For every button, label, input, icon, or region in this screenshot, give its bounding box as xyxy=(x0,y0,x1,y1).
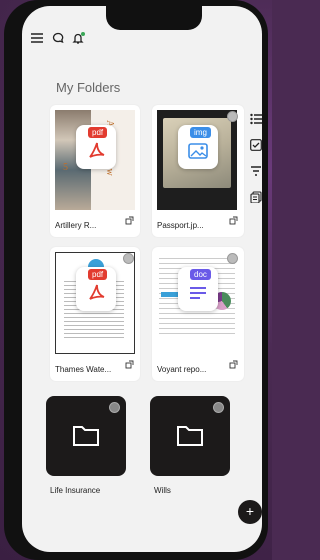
section-title: My Folders xyxy=(56,80,121,95)
top-bar xyxy=(30,32,85,44)
img-badge: img xyxy=(178,125,218,169)
folder-icon xyxy=(176,423,204,452)
share-icon[interactable] xyxy=(229,356,238,374)
folder-name: Wills xyxy=(154,486,171,495)
share-icon[interactable] xyxy=(125,212,134,230)
notch xyxy=(106,6,202,30)
file-type-tag: img xyxy=(190,127,211,138)
folder-tile-wills[interactable] xyxy=(150,396,230,476)
doc-lines-icon xyxy=(188,285,208,306)
notification-dot xyxy=(81,32,85,36)
file-card-voyant[interactable]: doc Voyant repo... xyxy=(152,247,244,381)
list-view-icon[interactable] xyxy=(250,112,262,130)
pdf-badge: pdf xyxy=(76,267,116,311)
select-indicator[interactable] xyxy=(213,402,224,413)
folder-icon xyxy=(72,423,100,452)
file-name: Thames Wate... xyxy=(55,365,112,374)
pdf-icon xyxy=(88,141,106,166)
doc-badge: doc xyxy=(178,267,218,311)
menu-icon[interactable] xyxy=(30,32,44,44)
file-card-thames[interactable]: pdf Thames Wate... xyxy=(50,247,140,381)
pdf-badge: pdf xyxy=(76,125,116,169)
select-indicator[interactable] xyxy=(123,253,134,264)
folder-tile-life-insurance[interactable] xyxy=(46,396,126,476)
thumb-number: 5 xyxy=(63,162,68,173)
select-indicator[interactable] xyxy=(227,253,238,264)
select-indicator[interactable] xyxy=(109,402,120,413)
file-name: Passport.jp... xyxy=(157,221,204,230)
pdf-icon xyxy=(88,283,106,308)
share-icon[interactable] xyxy=(125,356,134,374)
file-type-tag: pdf xyxy=(88,127,108,138)
checklist-icon[interactable] xyxy=(250,138,262,156)
chat-icon[interactable] xyxy=(52,32,64,44)
file-name: Voyant repo... xyxy=(157,365,207,374)
file-card-artillery[interactable]: Artillery Row 5 pdf Artillery R... xyxy=(50,105,140,237)
side-toolbar xyxy=(250,112,262,208)
filter-icon[interactable] xyxy=(250,164,262,182)
folder-name: Life Insurance xyxy=(50,486,101,495)
select-indicator[interactable] xyxy=(227,111,238,122)
documents-icon[interactable] xyxy=(250,190,262,208)
file-name: Artillery R... xyxy=(55,221,97,230)
add-button[interactable]: + xyxy=(238,500,262,524)
file-type-tag: pdf xyxy=(88,269,108,280)
file-type-tag: doc xyxy=(190,269,211,280)
image-icon xyxy=(188,143,208,164)
app-screen: My Folders Artillery Row 5 pdf Artillery… xyxy=(22,6,262,552)
file-card-passport[interactable]: img Passport.jp... xyxy=(152,105,244,237)
phone-frame: My Folders Artillery Row 5 pdf Artillery… xyxy=(4,0,268,560)
bell-icon[interactable] xyxy=(72,32,85,44)
share-icon[interactable] xyxy=(229,212,238,230)
